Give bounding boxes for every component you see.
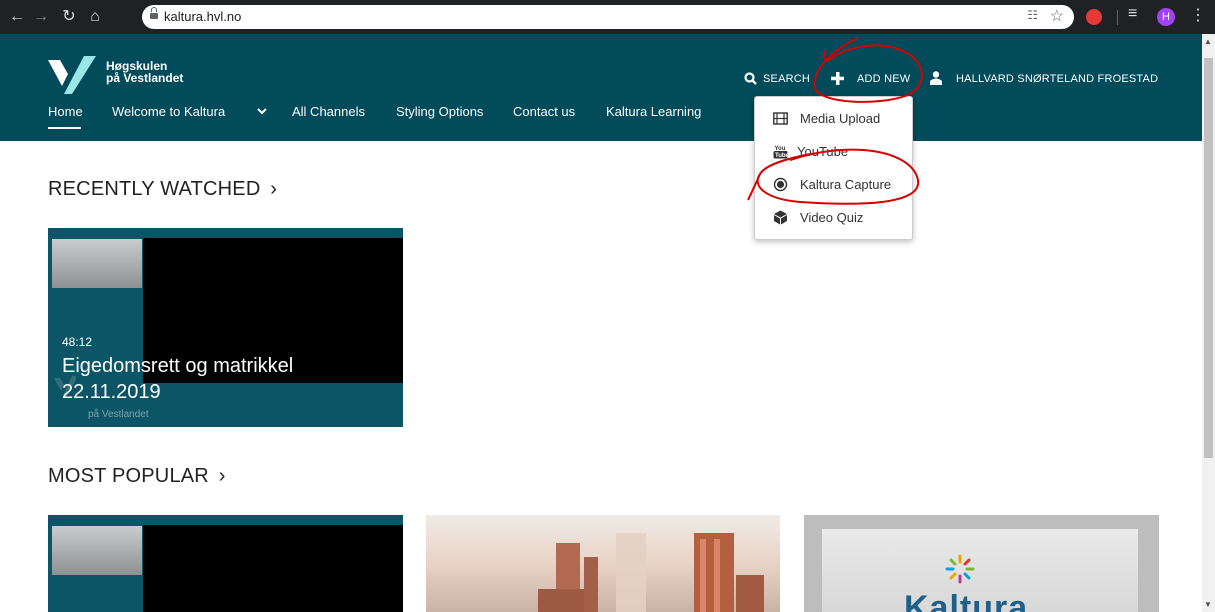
menu-item-media-upload[interactable]: Media Upload xyxy=(755,104,912,134)
browser-toolbar: ← → ↻ ⌂ kaltura.hvl.no ☷ ☆ ≡ H ⋮ xyxy=(0,0,1215,34)
search-link[interactable]: SEARCH xyxy=(763,73,810,85)
video-card[interactable] xyxy=(426,515,780,612)
video-card[interactable]: på Vestlandet 48:12 Eigedomsrett og matr… xyxy=(48,228,403,427)
kaltura-logo-icon xyxy=(945,554,975,584)
menu-item-youtube[interactable]: You Tube YouTube xyxy=(755,137,912,167)
active-nav-indicator xyxy=(48,127,81,129)
svg-text:Tube: Tube xyxy=(775,153,788,159)
user-icon[interactable] xyxy=(930,71,942,85)
scroll-down-arrow-icon[interactable]: ▼ xyxy=(1204,600,1212,609)
menu-item-label: Video Quiz xyxy=(800,210,864,225)
translate-icon[interactable]: ☷ xyxy=(1027,8,1038,22)
nav-styling-options[interactable]: Styling Options xyxy=(396,104,483,119)
back-arrow-icon[interactable]: ← xyxy=(6,6,28,28)
recently-watched-heading[interactable]: RECENTLY WATCHED › xyxy=(48,178,277,201)
toolbar-divider xyxy=(1117,10,1118,25)
forward-arrow-icon[interactable]: → xyxy=(30,6,52,28)
hvl-logo-icon[interactable] xyxy=(48,56,100,94)
logo-text[interactable]: Høgskulen på Vestlandet xyxy=(106,60,183,84)
youtube-icon: You Tube xyxy=(773,146,788,159)
lock-icon xyxy=(150,7,158,20)
chevron-right-icon: › xyxy=(218,465,226,487)
menu-item-video-quiz[interactable]: Video Quiz xyxy=(755,203,912,233)
menu-item-label: Media Upload xyxy=(800,111,881,126)
video-title[interactable]: Eigedomsrett og matrikkel 22.11.2019 xyxy=(62,353,293,405)
video-preview-image xyxy=(52,239,142,288)
site-header: Høgskulen på Vestlandet SEARCH ADD NEW H… xyxy=(0,34,1202,141)
section-title-text: MOST POPULAR xyxy=(48,465,209,487)
nav-all-channels[interactable]: All Channels xyxy=(292,104,365,119)
home-icon[interactable]: ⌂ xyxy=(84,6,106,28)
duration-label: 48:12 xyxy=(62,335,93,349)
section-title-text: RECENTLY WATCHED xyxy=(48,178,261,200)
add-new-button[interactable]: ADD NEW xyxy=(857,73,910,85)
chevron-down-icon[interactable] xyxy=(257,107,267,115)
chevron-right-icon: › xyxy=(270,178,278,200)
video-thumbnail xyxy=(143,525,403,612)
nav-kaltura-learning[interactable]: Kaltura Learning xyxy=(606,104,701,119)
video-card[interactable]: Kaltura xyxy=(804,515,1159,612)
kaltura-brand-text: Kaltura xyxy=(904,589,1029,612)
menu-item-label: YouTube xyxy=(797,144,849,159)
add-new-dropdown: Media Upload You Tube YouTube Kaltura Ca… xyxy=(754,96,913,240)
user-menu-button[interactable]: HALLVARD SNØRTELAND FROESTAD xyxy=(956,73,1158,85)
more-menu-icon[interactable]: ⋮ xyxy=(1190,5,1206,25)
watermark-text: på Vestlandet xyxy=(88,409,149,420)
video-card[interactable] xyxy=(48,515,403,612)
most-popular-heading[interactable]: MOST POPULAR › xyxy=(48,465,226,488)
bookmark-star-icon[interactable]: ☆ xyxy=(1050,6,1064,26)
extension-icon[interactable] xyxy=(1086,9,1102,25)
video-title-line-2: 22.11.2019 xyxy=(62,381,161,403)
search-icon[interactable] xyxy=(744,72,757,85)
video-title-line-1: Eigedomsrett og matrikkel xyxy=(62,355,294,377)
reload-icon[interactable]: ↻ xyxy=(58,6,80,28)
nav-welcome-to-kaltura[interactable]: Welcome to Kaltura xyxy=(112,104,225,119)
address-bar[interactable]: kaltura.hvl.no ☷ ☆ xyxy=(142,5,1074,29)
city-skyline-image xyxy=(538,533,764,612)
record-icon xyxy=(773,177,788,192)
cube-icon xyxy=(774,210,787,225)
scrollbar-thumb[interactable] xyxy=(1204,58,1213,458)
nav-home[interactable]: Home xyxy=(48,104,83,119)
nav-contact-us[interactable]: Contact us xyxy=(513,104,575,119)
scroll-up-arrow-icon[interactable]: ▲ xyxy=(1204,37,1212,46)
profile-avatar[interactable]: H xyxy=(1157,8,1175,26)
film-icon xyxy=(773,112,788,125)
url-text[interactable]: kaltura.hvl.no xyxy=(164,9,241,24)
media-control-icon[interactable]: ≡ xyxy=(1128,5,1137,23)
video-preview-image xyxy=(52,526,142,575)
plus-icon[interactable] xyxy=(831,72,844,85)
menu-item-label: Kaltura Capture xyxy=(800,177,892,192)
menu-item-kaltura-capture[interactable]: Kaltura Capture xyxy=(755,170,912,200)
logo-line-2: på Vestlandet xyxy=(106,71,184,85)
